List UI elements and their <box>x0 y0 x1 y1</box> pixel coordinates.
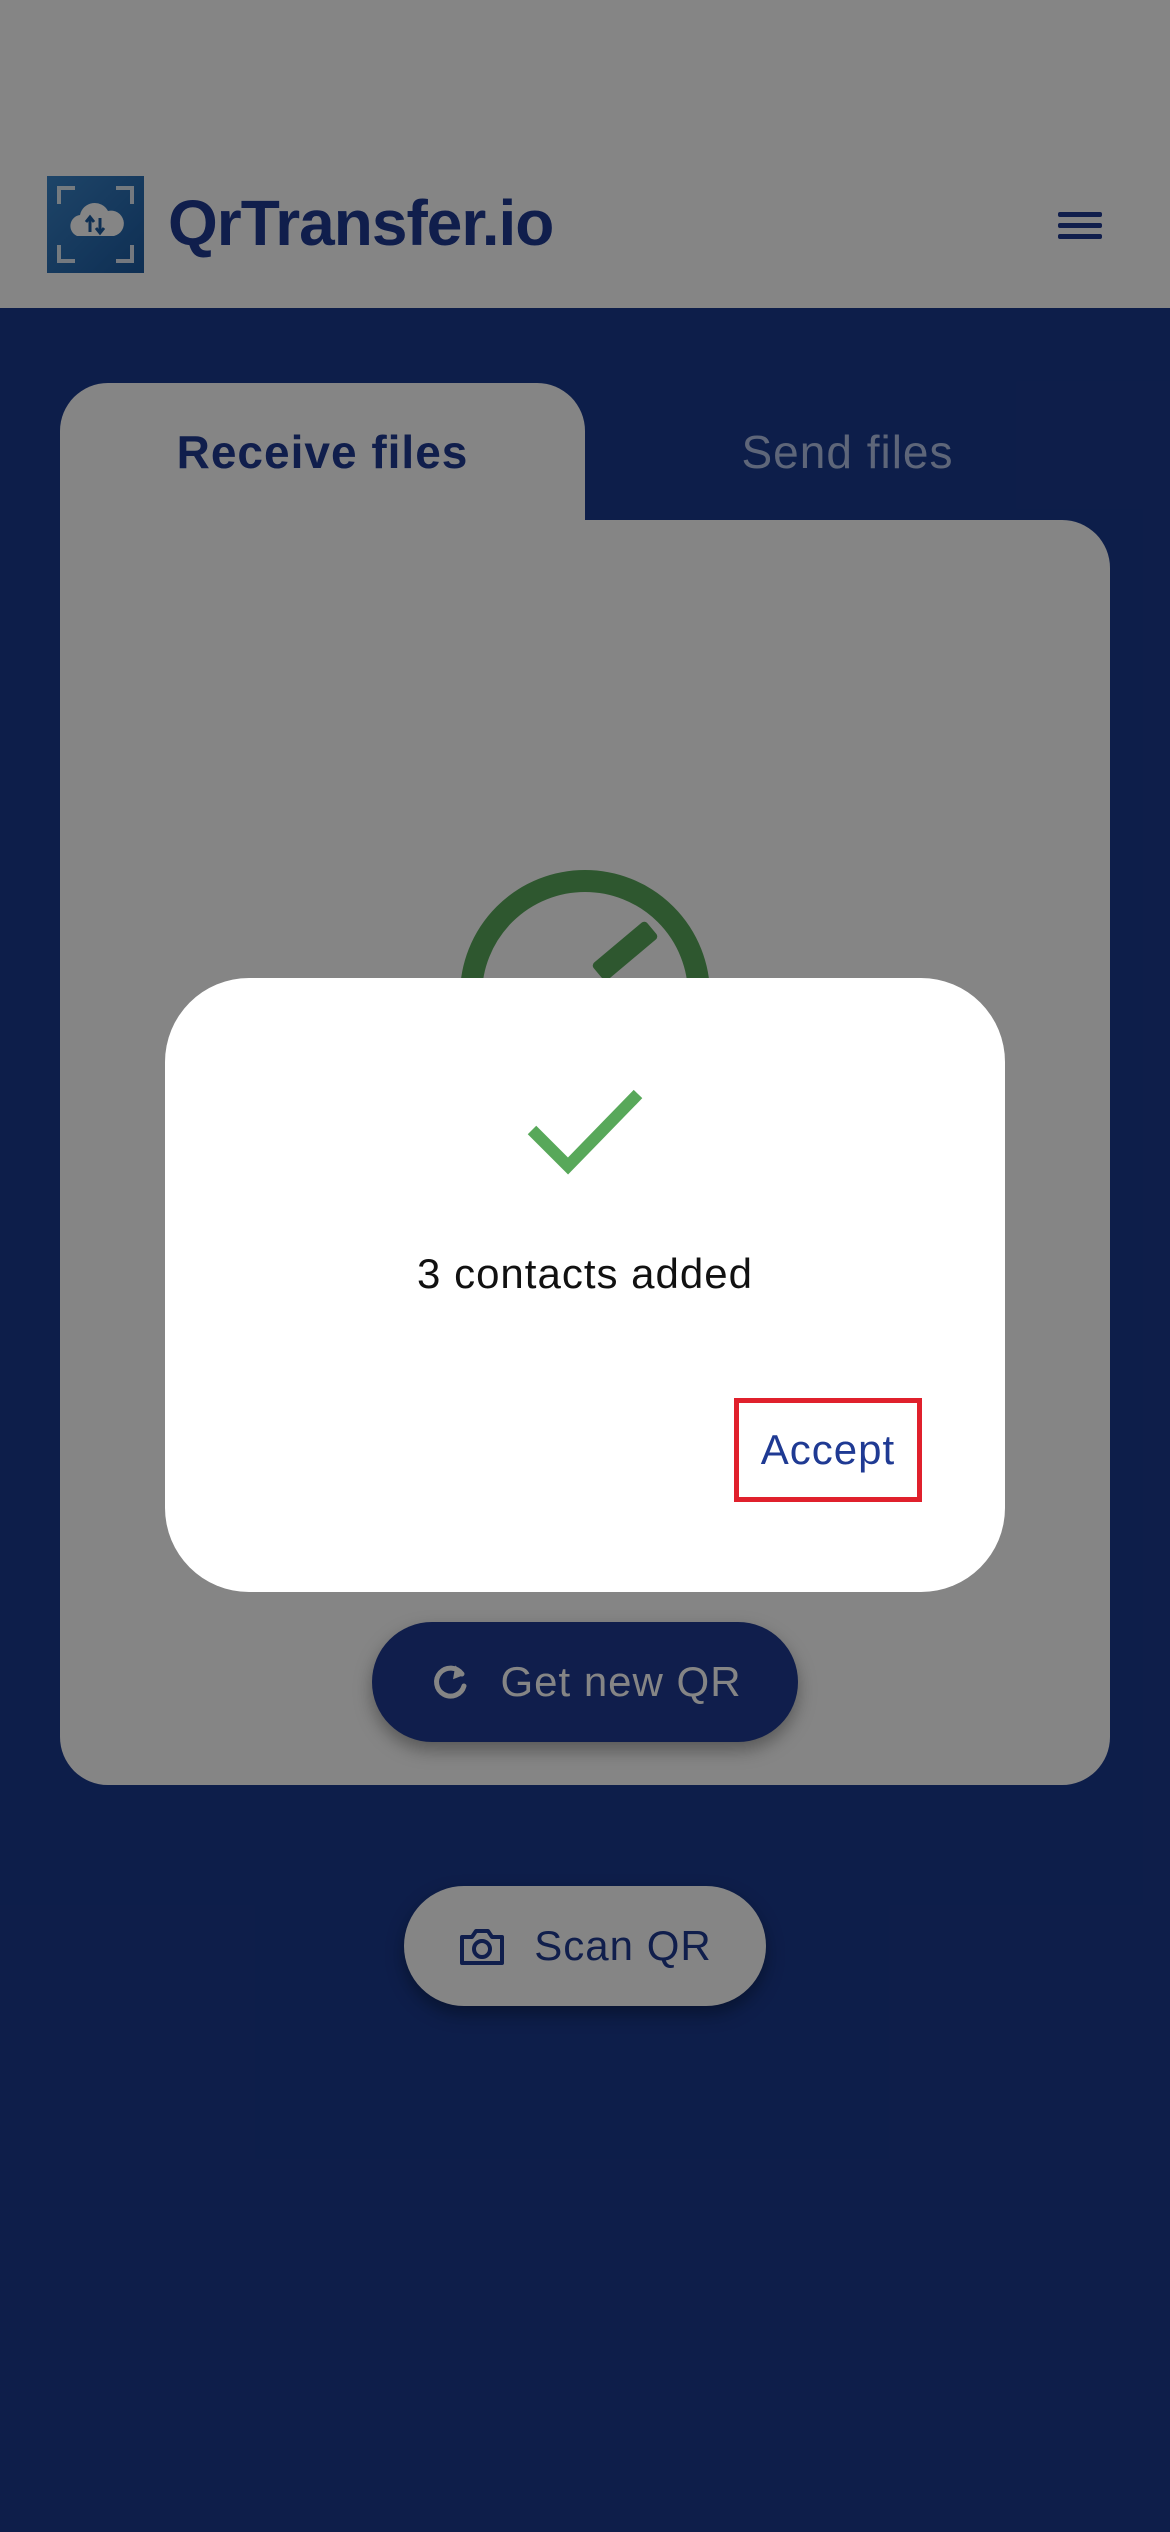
accept-button[interactable]: Accept <box>734 1398 922 1502</box>
checkmark-icon <box>527 1089 643 1175</box>
dialog-message: 3 contacts added <box>417 1250 753 1297</box>
